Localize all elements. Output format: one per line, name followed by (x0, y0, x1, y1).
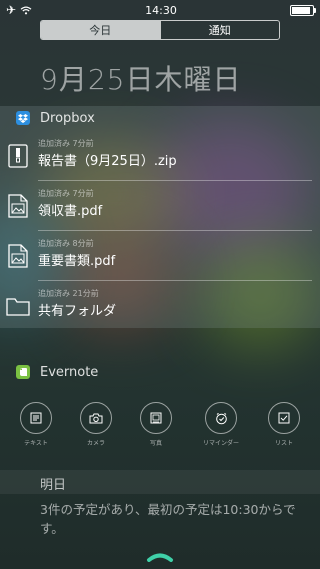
file-added-time: 追加済み 7分前 (38, 189, 94, 198)
status-time: 14:30 (145, 3, 177, 17)
dropbox-icon (16, 111, 30, 125)
file-name: 重要書類.pdf (38, 254, 116, 269)
file-name: 報告書（9月25日）.zip (38, 154, 177, 169)
wifi-icon (20, 6, 32, 14)
tomorrow-heading: 明日 (40, 478, 67, 493)
airplane-icon: ✈ (6, 3, 17, 17)
divider (38, 180, 312, 181)
file-row[interactable]: 追加済み 8分前 重要書類.pdf (0, 232, 320, 280)
file-row[interactable]: 追加済み 7分前 報告書（9月25日）.zip (0, 132, 320, 180)
evernote-action-label: 写真 (149, 440, 162, 447)
reminder-icon (205, 402, 237, 434)
evernote-action-text[interactable]: テキスト (11, 402, 61, 447)
battery-icon (289, 4, 316, 16)
dropbox-widget-title: Dropbox (40, 110, 95, 126)
file-name: 領収書.pdf (38, 204, 103, 219)
file-added-time: 追加済み 7分前 (38, 139, 94, 148)
divider (38, 230, 312, 231)
chevron-up-icon[interactable] (146, 552, 174, 562)
evernote-action-reminder[interactable]: リマインダー (196, 402, 246, 447)
evernote-actions: テキスト カメラ 写真 リマインダー リスト (0, 402, 320, 452)
checklist-icon (268, 402, 300, 434)
camera-icon (80, 402, 112, 434)
evernote-icon (16, 365, 30, 379)
evernote-action-photo[interactable]: 写真 (131, 402, 181, 447)
evernote-action-camera[interactable]: カメラ (71, 402, 121, 447)
tab-today[interactable]: 今日 (41, 21, 160, 39)
dropbox-widget-header[interactable]: Dropbox (0, 106, 320, 130)
tab-notifications[interactable]: 通知 (159, 21, 280, 39)
file-row[interactable]: 追加済み 21分前 共有フォルダ (0, 282, 320, 330)
file-added-time: 追加済み 8分前 (38, 239, 94, 248)
evernote-action-label: カメラ (86, 440, 105, 447)
evernote-action-label: リマインダー (202, 440, 239, 447)
date-heading: 9月25日木曜日 (40, 63, 242, 96)
text-note-icon (20, 402, 52, 434)
tomorrow-summary: 3件の予定があり、最初の予定は10:30からです。 (40, 502, 296, 536)
file-name: 共有フォルダ (38, 304, 117, 319)
status-bar: ✈ 14:30 (0, 0, 320, 20)
evernote-action-label: リスト (274, 440, 293, 447)
evernote-widget-title: Evernote (40, 364, 99, 380)
photo-icon (140, 402, 172, 434)
divider (38, 280, 312, 281)
file-added-time: 追加済み 21分前 (38, 289, 99, 298)
view-segmented-control[interactable]: 今日 通知 (40, 20, 280, 40)
file-row[interactable]: 追加済み 7分前 領収書.pdf (0, 182, 320, 230)
evernote-action-list[interactable]: リスト (259, 402, 309, 447)
evernote-widget-header[interactable]: Evernote (0, 360, 320, 384)
zip-file-icon (8, 144, 28, 168)
folder-icon (6, 298, 30, 316)
image-file-icon (8, 194, 28, 218)
image-file-icon (8, 244, 28, 268)
evernote-action-label: テキスト (24, 440, 48, 447)
